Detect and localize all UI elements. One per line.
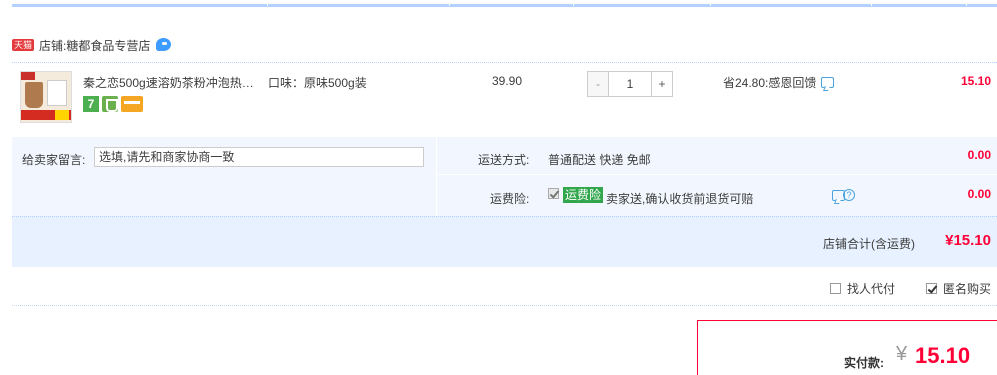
quantity-input[interactable]: 1 — [608, 72, 652, 96]
product-thumbnail[interactable] — [20, 71, 72, 123]
panel-divider — [437, 174, 997, 175]
anonymous-purchase-checkbox[interactable] — [926, 283, 937, 294]
help-icon[interactable]: ? — [843, 189, 855, 201]
insurance-description: 卖家送,确认收货前退货可赔 — [606, 192, 754, 206]
credit-card-icon[interactable] — [121, 96, 143, 112]
seven-day-return-icon[interactable]: 7 — [83, 96, 99, 112]
column-tick — [966, 0, 967, 6]
actual-payment-value: 15.10 — [915, 343, 971, 368]
column-tick — [449, 0, 450, 6]
product-sku: 口味：原味500g装 — [268, 76, 367, 90]
insurance-tag: 运费险 — [563, 187, 604, 203]
actual-payment-label: 实付款: — [844, 356, 884, 370]
payment-summary: 实付款: ¥ 15.10 — [697, 320, 997, 375]
column-tick — [267, 0, 268, 6]
panel-divider — [436, 137, 437, 216]
seller-message-input[interactable]: 选填,请先和商家协商一致 — [94, 147, 424, 167]
proxy-pay-option[interactable]: 找人代付 — [830, 280, 895, 297]
insurance-label: 运费险: — [490, 192, 530, 206]
shipping-fee: 0.00 — [967, 148, 991, 162]
item-subtotal: 15.10 — [960, 74, 991, 88]
insurance-checkbox[interactable] — [548, 188, 559, 199]
proxy-pay-checkbox[interactable] — [830, 283, 841, 294]
chat-icon[interactable] — [156, 38, 172, 52]
cart-item-row: 秦之恋500g速溶奶茶粉冲泡热… 7 口味：原味500g装 39.90 - 1 … — [12, 62, 997, 137]
thumbnail-box — [47, 80, 67, 106]
discount-info: 省24.80:感恩回馈 — [723, 74, 835, 91]
decrease-quantity-button[interactable]: - — [588, 72, 608, 96]
shop-label: 店铺: — [39, 38, 67, 53]
shipping-method-value: 普通配送 快递 免邮 — [548, 153, 651, 167]
column-tick — [573, 0, 574, 6]
comment-icon[interactable] — [821, 77, 835, 88]
unit-price: 39.90 — [492, 74, 523, 88]
column-tick — [871, 0, 872, 6]
currency-symbol: ¥ — [896, 343, 908, 365]
increase-quantity-button[interactable]: + — [652, 72, 672, 96]
column-tick — [710, 0, 711, 6]
shop-subtotal-bar: 店铺合计(含运费) ¥15.10 — [12, 216, 997, 267]
anonymous-purchase-label: 匿名购买 — [943, 282, 992, 296]
product-title-link[interactable]: 秦之恋500g速溶奶茶粉冲泡热… — [83, 74, 255, 91]
tmall-badge-icon: 天猫 — [12, 39, 35, 51]
quantity-stepper: - 1 + — [587, 71, 673, 97]
thumbnail-price-tag — [55, 110, 69, 120]
seller-message-label: 给卖家留言: — [22, 153, 86, 167]
proxy-pay-label: 找人代付 — [847, 282, 896, 296]
discount-text: 省24.80:感恩回馈 — [723, 76, 817, 90]
thumbnail-stamp — [21, 72, 35, 80]
thumbnail-cup — [25, 82, 43, 108]
shop-subtotal-label: 店铺合计(含运费) — [823, 237, 915, 251]
insurance-fee: 0.00 — [967, 187, 991, 201]
shop-name-link[interactable]: 糖都食品专营店 — [66, 37, 150, 54]
shop-header: 天猫 店铺: 糖都食品专营店 — [12, 34, 172, 56]
service-icons: 7 — [83, 96, 143, 112]
anonymous-purchase-option[interactable]: 匿名购买 — [926, 280, 991, 297]
order-options-panel: 给卖家留言: 选填,请先和商家协商一致 运送方式: 普通配送 快递 免邮 0.0… — [12, 137, 997, 216]
order-extras: 找人代付 匿名购买 — [12, 267, 997, 306]
shop-subtotal-value: ¥15.10 — [945, 232, 991, 249]
guarantee-icon[interactable] — [102, 96, 118, 112]
top-divider — [12, 0, 997, 7]
shipping-method-label: 运送方式: — [478, 153, 530, 167]
